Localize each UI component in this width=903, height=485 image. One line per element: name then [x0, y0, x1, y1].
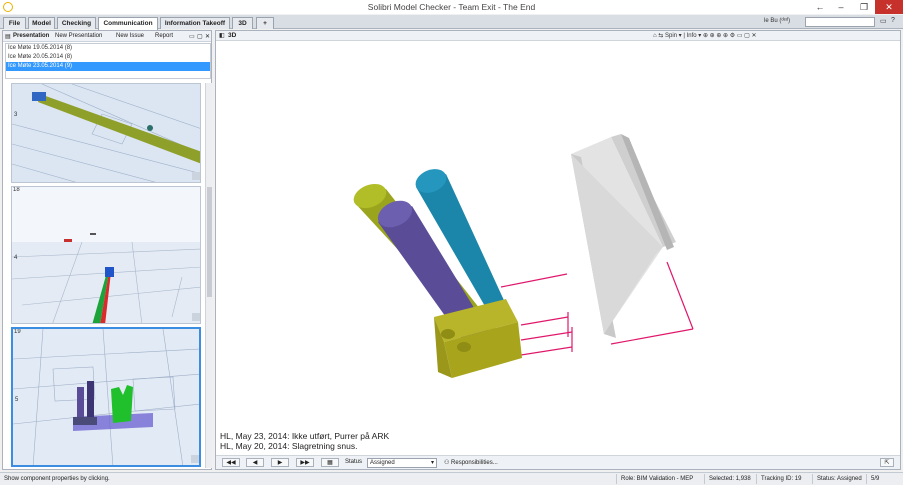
panel-title: Presentation — [13, 33, 50, 39]
help-icon[interactable]: ? — [891, 17, 895, 24]
responsibilities-label: Responsibilities... — [451, 460, 498, 466]
status-issue: Status: Assigned — [812, 474, 862, 484]
export-icon[interactable]: ⇱ — [880, 458, 894, 467]
view-header: ◧ 3D ⌂ ⇆ Spin ▾ | Info ▾ ⊕ ⊕ ⊕ ⊕ ⚙ ▭ ▢ ✕ — [216, 31, 900, 41]
presentation-item[interactable]: Ice Møte 20.05.2014 (8) — [6, 53, 210, 62]
status-role: Role: BIM Validation - MEP — [616, 474, 693, 484]
view-icon: ◧ — [219, 33, 225, 39]
slide-nav-bar: ◀◀ ◀ ▶ ▶▶ ▦ Status Assigned ▾ ⚇ Responsi… — [216, 455, 900, 469]
status-hint: Show component properties by clicking. — [4, 476, 110, 482]
maximize-panel-icon[interactable]: ▢ — [744, 33, 750, 39]
maximize-button[interactable]: ❐ — [853, 0, 875, 14]
view-3d-panel: ◧ 3D ⌂ ⇆ Spin ▾ | Info ▾ ⊕ ⊕ ⊕ ⊕ ⚙ ▭ ▢ ✕ — [215, 30, 901, 470]
tab-3d[interactable]: 3D — [232, 17, 253, 29]
slide-thumbnail[interactable]: 3 — [11, 83, 201, 183]
close-panel-icon[interactable]: ✕ — [205, 33, 210, 40]
walk-icon[interactable]: ⇆ — [658, 33, 663, 39]
presentation-list: Ice Møte 19.05.2014 (8) Ice Møte 20.05.2… — [5, 43, 211, 79]
scrollbar-thumb[interactable] — [207, 187, 212, 297]
layout-icon[interactable]: ▭ — [880, 17, 887, 25]
slide-index: 5 — [15, 397, 19, 403]
door-3d — [571, 134, 676, 338]
status-selected: Selected: 1,938 — [704, 474, 751, 484]
model-3d-viewport[interactable] — [216, 42, 900, 430]
minimize-button[interactable]: – — [830, 0, 852, 14]
view-settings-icon[interactable]: ⚙ — [730, 33, 735, 39]
last-slide-button[interactable]: ▶▶ — [296, 458, 314, 467]
slide-thumbnail[interactable]: 18 4 — [11, 186, 201, 324]
view-toolbar[interactable]: ⌂ ⇆ Spin ▾ | Info ▾ ⊕ ⊕ ⊕ ⊕ ⚙ ▭ ▢ ✕ — [653, 32, 757, 39]
comment-line: HL, May 20, 2014: Slagretning snus. — [220, 441, 358, 451]
thumbnail-image — [12, 187, 200, 323]
slide-number: 18 — [13, 187, 20, 193]
thumbnail-image — [12, 84, 200, 182]
chevron-down-icon: ▾ — [430, 460, 434, 466]
presentation-panel: ▤ Presentation New Presentation New Issu… — [2, 30, 212, 470]
close-button[interactable]: ✕ — [875, 0, 903, 14]
thumbnail-image — [13, 329, 199, 465]
minimize-panel-icon[interactable]: ▭ — [189, 33, 195, 40]
status-select[interactable]: Assigned ▾ — [367, 458, 437, 468]
first-slide-button[interactable]: ◀◀ — [222, 458, 240, 467]
status-value: Assigned — [370, 460, 395, 466]
window-title: Solibri Model Checker - Team Exit - The … — [367, 2, 536, 12]
tab-information-takeoff[interactable]: Information Takeoff — [160, 17, 230, 29]
slide-grid-button[interactable]: ▦ — [321, 458, 339, 467]
slide-index: 3 — [14, 112, 18, 118]
title-bar: Solibri Model Checker - Team Exit - The … — [0, 0, 903, 14]
tab-model[interactable]: Model — [28, 17, 55, 29]
back-icon[interactable]: ← — [809, 0, 831, 14]
responsibilities-button[interactable]: ⚇ Responsibilities... — [444, 459, 498, 466]
presentation-item[interactable]: Ice Møte 23.05.2014 (9) — [6, 62, 210, 71]
status-bar: Show component properties by clicking. R… — [0, 472, 903, 485]
next-slide-button[interactable]: ▶ — [271, 458, 289, 467]
presentation-icon: ▤ — [5, 34, 11, 40]
user-label: le Bu (ᵈᵉᵈ) — [764, 18, 791, 24]
view-title: 3D — [228, 32, 237, 39]
close-panel-icon[interactable]: ✕ — [752, 33, 757, 39]
new-presentation-button[interactable]: New Presentation — [55, 33, 102, 39]
people-icon: ⚇ — [444, 460, 452, 466]
tab-checking[interactable]: Checking — [57, 17, 96, 29]
thumbnail-scrollbar[interactable] — [205, 83, 212, 468]
status-page: 5/9 — [866, 474, 879, 484]
presentation-toolbar: ▤ Presentation New Presentation New Issu… — [3, 31, 211, 42]
slide-thumbnail[interactable]: 19 5 — [11, 327, 201, 467]
zoom-icon[interactable]: ⊕ ⊕ ⊕ ⊕ — [703, 33, 728, 39]
tab-bar: File Model Checking Communication Inform… — [0, 15, 903, 30]
tab-file[interactable]: File — [3, 17, 26, 29]
prev-slide-button[interactable]: ◀ — [246, 458, 264, 467]
issue-comments: HL, May 23, 2014: Ikke utført, Purrer på… — [220, 431, 389, 451]
add-tab-button[interactable]: + — [256, 17, 274, 29]
status-label: Status — [345, 459, 363, 465]
minimize-panel-icon[interactable]: ▭ — [737, 33, 743, 39]
status-tracking: Tracking ID: 19 — [756, 474, 801, 484]
comment-line: HL, May 23, 2014: Ikke utført, Purrer på… — [220, 431, 390, 441]
maximize-panel-icon[interactable]: ▢ — [197, 33, 203, 40]
spin-info-menu[interactable]: Spin ▾ | Info ▾ — [665, 33, 701, 39]
search-input[interactable] — [805, 17, 875, 27]
slide-index: 4 — [14, 255, 18, 261]
slide-number: 19 — [14, 329, 21, 335]
report-button[interactable]: Report — [155, 33, 173, 39]
home-icon[interactable]: ⌂ — [653, 33, 657, 39]
tab-communication[interactable]: Communication — [98, 17, 158, 30]
new-issue-button[interactable]: New Issue — [116, 33, 144, 39]
presentation-item[interactable]: Ice Møte 19.05.2014 (8) — [6, 44, 210, 53]
